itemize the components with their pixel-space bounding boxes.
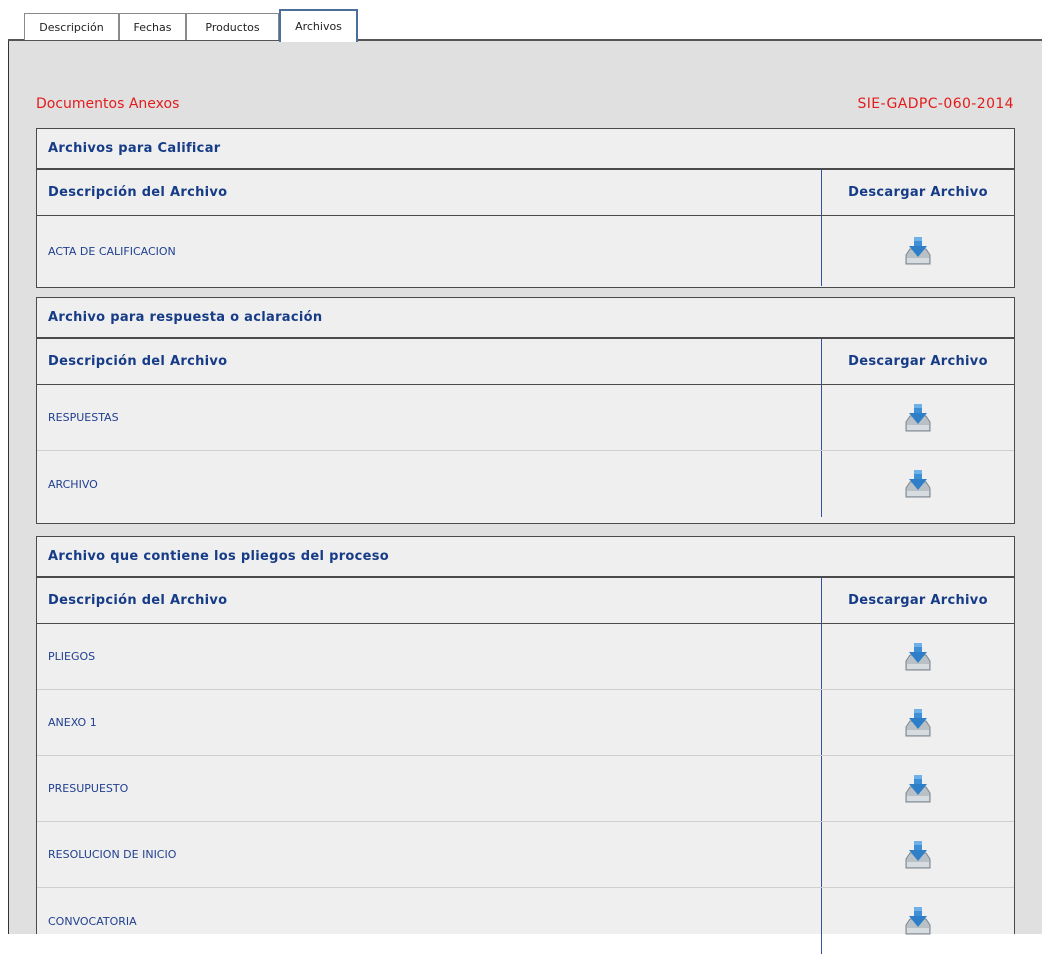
table-row: ARCHIVO	[37, 451, 1014, 517]
section-title: Archivos para Calificar	[37, 129, 1014, 170]
download-cell	[821, 385, 1014, 450]
download-icon[interactable]	[904, 235, 932, 267]
table-row: PLIEGOS	[37, 624, 1014, 690]
column-header-download: Descargar Archivo	[821, 578, 1014, 623]
file-description: RESOLUCION DE INICIO	[48, 848, 177, 861]
tab-bar: Descripción Fechas Productos Archivos	[0, 0, 1042, 46]
section-title: Archivo para respuesta o aclaración	[37, 298, 1014, 339]
download-icon[interactable]	[904, 905, 932, 937]
table-header: Descripción del Archivo Descargar Archiv…	[37, 170, 1014, 216]
download-icon[interactable]	[904, 707, 932, 739]
download-icon[interactable]	[904, 402, 932, 434]
table-row: ANEXO 1	[37, 690, 1014, 756]
download-icon[interactable]	[904, 773, 932, 805]
tab-descripcion[interactable]: Descripción	[24, 13, 119, 40]
table-header: Descripción del Archivo Descargar Archiv…	[37, 578, 1014, 624]
section-archivo-respuesta: Archivo para respuesta o aclaración Desc…	[36, 297, 1015, 524]
download-cell	[821, 888, 1014, 954]
column-header-description: Descripción del Archivo	[48, 354, 228, 369]
download-cell	[821, 216, 1014, 286]
download-cell	[821, 822, 1014, 887]
download-cell	[821, 690, 1014, 755]
section-archivos-para-calificar: Archivos para Calificar Descripción del …	[36, 128, 1015, 288]
file-description: CONVOCATORIA	[48, 914, 137, 928]
process-code: SIE-GADPC-060-2014	[857, 96, 1014, 112]
section-title: Archivo que contiene los pliegos del pro…	[37, 537, 1014, 578]
file-description: PRESUPUESTO	[48, 782, 129, 795]
download-icon[interactable]	[904, 468, 932, 500]
column-header-download: Descargar Archivo	[821, 339, 1014, 384]
column-header-description: Descripción del Archivo	[48, 185, 228, 200]
table-row: RESPUESTAS	[37, 385, 1014, 451]
file-description: ANEXO 1	[48, 716, 97, 729]
download-cell	[821, 451, 1014, 517]
section-heading: Documentos Anexos	[36, 96, 180, 112]
file-description: ACTA DE CALIFICACION	[48, 244, 176, 258]
download-icon[interactable]	[904, 641, 932, 673]
column-header-download: Descargar Archivo	[821, 170, 1014, 215]
table-row: RESOLUCION DE INICIO	[37, 822, 1014, 888]
file-description: ARCHIVO	[48, 477, 98, 491]
download-icon[interactable]	[904, 839, 932, 871]
download-cell	[821, 756, 1014, 821]
section-pliegos-del-proceso: Archivo que contiene los pliegos del pro…	[36, 536, 1015, 954]
tab-archivos[interactable]: Archivos	[279, 9, 358, 42]
file-description: RESPUESTAS	[48, 411, 119, 424]
tab-productos[interactable]: Productos	[186, 13, 279, 40]
table-row: ACTA DE CALIFICACION	[37, 216, 1014, 286]
column-header-description: Descripción del Archivo	[48, 593, 228, 608]
tab-fechas[interactable]: Fechas	[119, 13, 186, 40]
table-row: CONVOCATORIA	[37, 888, 1014, 954]
table-header: Descripción del Archivo Descargar Archiv…	[37, 339, 1014, 385]
table-row: PRESUPUESTO	[37, 756, 1014, 822]
download-cell	[821, 624, 1014, 689]
file-description: PLIEGOS	[48, 650, 96, 663]
